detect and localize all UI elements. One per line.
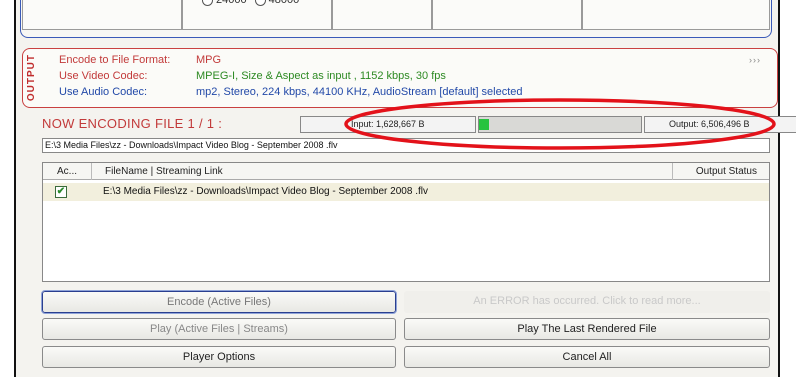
settings-cell [22, 0, 182, 30]
column-header-filename[interactable]: FileName | Streaming Link [105, 166, 223, 177]
settings-cell [432, 0, 582, 30]
settings-cell [582, 0, 770, 30]
column-divider[interactable] [672, 163, 673, 180]
play-active-files-button[interactable]: Play (Active Files | Streams) [42, 318, 396, 340]
radio-icon [254, 0, 266, 6]
sample-rate-radios: 24000 48000 [202, 0, 299, 6]
encode-active-files-button[interactable]: Encode (Active Files) [41, 290, 397, 314]
format-value: MPG [196, 54, 222, 66]
audio-codec-label: Use Audio Codec: [59, 86, 148, 98]
encoding-progress-bar [478, 116, 642, 133]
output-size-box: Output: 6,506,496 B [644, 116, 796, 133]
audio-codec-line: Use Audio Codec: mp2, Stereo, 224 kbps, 4… [59, 86, 523, 98]
column-divider[interactable] [91, 163, 92, 180]
progress-fill [479, 119, 489, 130]
radio-option-24000[interactable]: 24000 [202, 0, 247, 6]
row-file-name: E:\3 Media Files\zz - Downloads\Impact V… [103, 186, 428, 197]
output-settings-panel: OUTPUT Encode to File Format: MPG Use Vid… [22, 48, 778, 108]
input-size-box: Input: 1,628,667 B [300, 116, 476, 133]
file-list-table: Ac... FileName | Streaming Link Output S… [42, 162, 770, 282]
expand-arrows-icon[interactable]: ››› [749, 55, 761, 65]
table-header: Ac... FileName | Streaming Link Output S… [43, 163, 769, 180]
current-file-path: E:\3 Media Files\zz - Downloads\Impact V… [42, 138, 770, 153]
column-header-status[interactable]: Output Status [696, 166, 757, 177]
player-options-button[interactable]: Player Options [42, 346, 396, 368]
radio-option-48000[interactable]: 48000 [254, 0, 299, 6]
column-header-active[interactable]: Ac... [57, 166, 77, 177]
video-codec-line: Use Video Codec: MPEG-I, Size & Aspect as… [59, 70, 446, 82]
cancel-all-button[interactable]: Cancel All [404, 346, 770, 368]
format-label: Encode to File Format: [59, 54, 171, 66]
settings-cell [332, 0, 432, 30]
output-tab[interactable]: OUTPUT [23, 49, 39, 107]
error-message-button[interactable]: An ERROR has occurred. Click to read mor… [404, 291, 770, 313]
radio-icon [202, 0, 213, 6]
audio-codec-value: mp2, Stereo, 224 kbps, 44100 KHz, AudioS… [196, 86, 523, 98]
now-encoding-label: NOW ENCODING FILE 1 / 1 : [42, 116, 223, 131]
settings-cells: 24000 48000 [22, 0, 770, 30]
row-active-checkbox[interactable]: ✔ [55, 186, 67, 198]
play-last-rendered-button[interactable]: Play The Last Rendered File [404, 318, 770, 340]
video-codec-label: Use Video Codec: [59, 70, 148, 82]
encoding-status-row: NOW ENCODING FILE 1 / 1 : Input: 1,628,6… [42, 114, 796, 134]
table-row[interactable]: ✔ E:\3 Media Files\zz - Downloads\Impact… [43, 183, 769, 201]
video-codec-value: MPEG-I, Size & Aspect as input , 1152 kb… [196, 70, 446, 82]
format-line: Encode to File Format: MPG [59, 54, 221, 66]
